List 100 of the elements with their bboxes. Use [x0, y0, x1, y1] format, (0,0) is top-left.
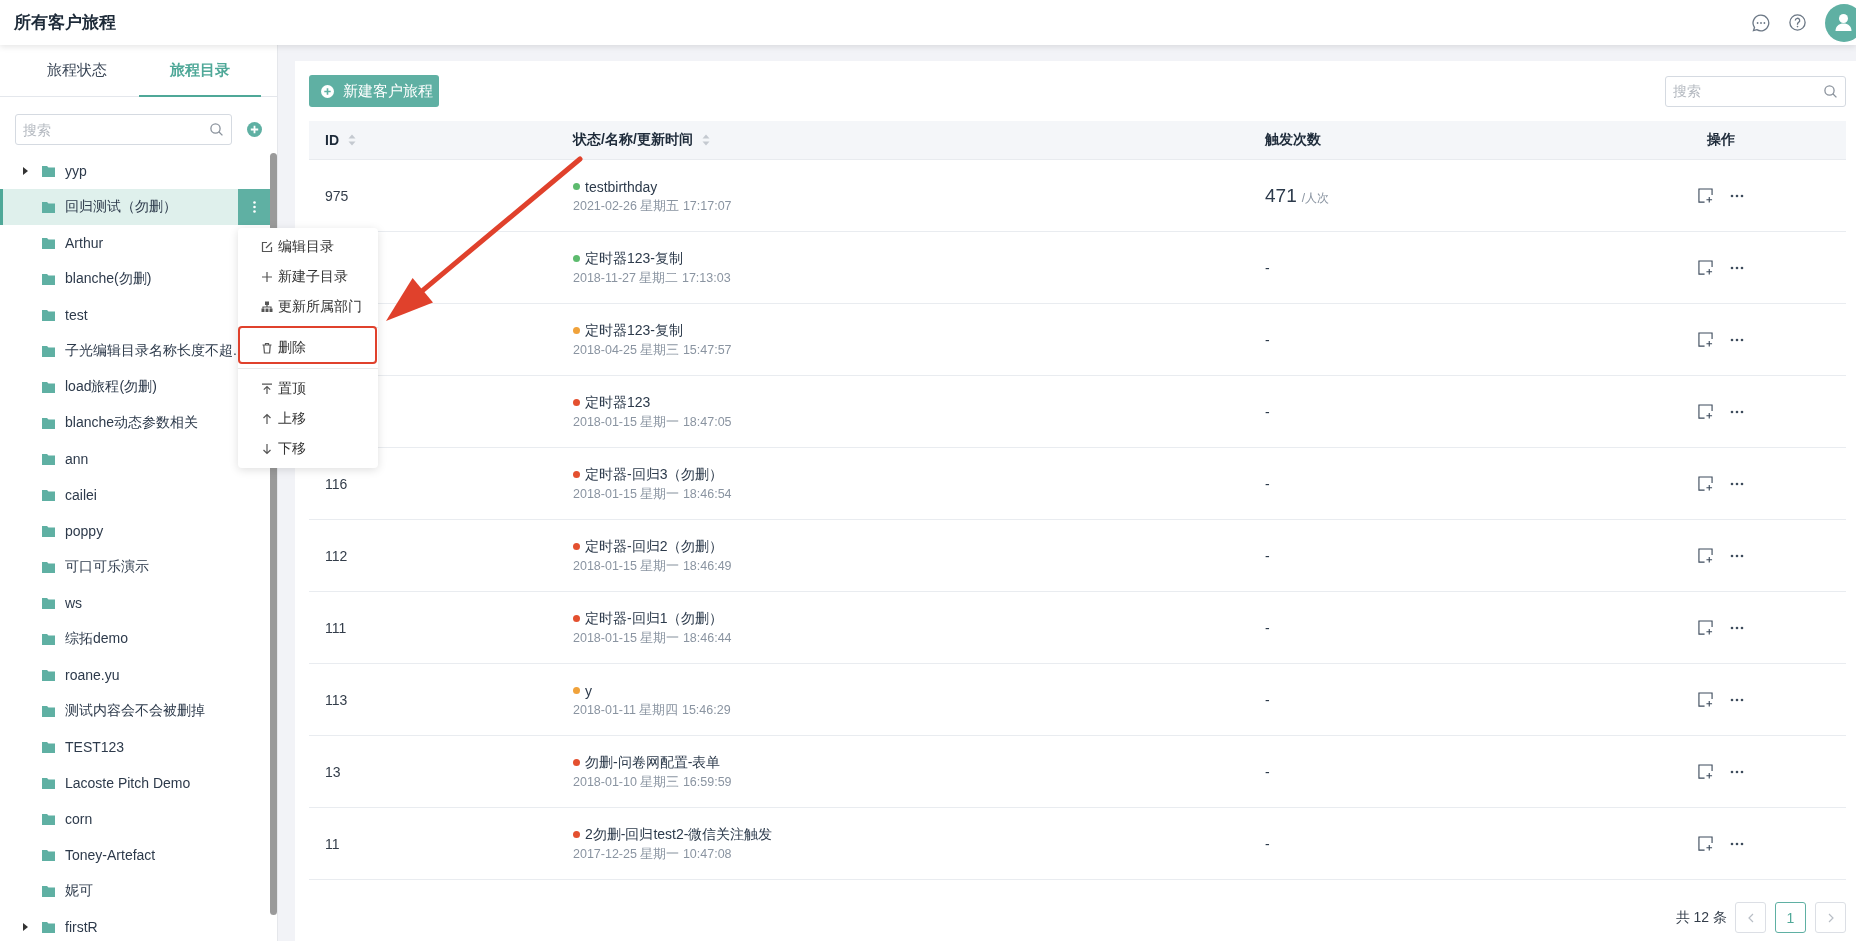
more-icon[interactable] — [1730, 625, 1744, 630]
vertical-dots-icon — [252, 201, 256, 213]
tree-item[interactable]: yyp — [0, 153, 270, 189]
column-header: 操作 — [1707, 131, 1735, 149]
folder-label: TEST123 — [65, 739, 125, 755]
tree-item[interactable]: poppy — [0, 513, 270, 549]
avatar-icon[interactable] — [1825, 2, 1856, 43]
journey-name: 定时器-回归2（勿删） — [585, 537, 724, 556]
square-plus-icon[interactable] — [1698, 332, 1713, 347]
more-icon[interactable] — [1730, 337, 1744, 342]
trigger-count: - — [1265, 331, 1270, 348]
more-icon[interactable] — [1730, 409, 1744, 414]
folder-label: yyp — [65, 163, 87, 179]
journey-name: 勿删-问卷网配置-表单 — [585, 753, 721, 772]
tree-item[interactable]: ws — [0, 585, 270, 621]
square-plus-icon[interactable] — [1698, 476, 1713, 491]
tree-item[interactable]: Lacoste Pitch Demo — [0, 765, 270, 801]
folder-icon — [42, 885, 55, 897]
tree-item[interactable]: Toney-Artefact — [0, 837, 270, 873]
total-count: 共 12 条 — [1675, 908, 1727, 927]
square-plus-icon[interactable] — [1698, 260, 1713, 275]
journey-name: 2勿删-回归test2-微信关注触发 — [585, 825, 773, 844]
chat-icon[interactable] — [1752, 13, 1770, 32]
folder-icon — [42, 309, 55, 321]
square-plus-icon[interactable] — [1698, 836, 1713, 851]
more-icon[interactable] — [1730, 553, 1744, 558]
journey-name: testbirthday — [585, 178, 658, 195]
updated-time: 2018-01-15 星期一 18:47:05 — [573, 413, 732, 431]
square-plus-icon[interactable] — [1698, 620, 1713, 635]
chevron-right-icon — [1827, 912, 1834, 923]
more-icon[interactable] — [1730, 769, 1744, 774]
folder-label: test — [65, 307, 88, 323]
folder-icon — [42, 633, 55, 645]
tree-item[interactable]: firstR — [0, 909, 270, 941]
column-header: ID — [325, 132, 339, 148]
sidebar-tab[interactable]: 旅程状态 — [16, 45, 139, 97]
add-circle-icon[interactable] — [247, 122, 262, 137]
tree-item[interactable]: roane.yu — [0, 657, 270, 693]
pin-top-icon — [261, 383, 273, 395]
folder-icon — [42, 921, 55, 933]
updated-time: 2018-01-11 星期四 15:46:29 — [573, 701, 731, 719]
tree-item[interactable]: 回归测试（勿删） — [0, 189, 270, 225]
more-icon[interactable] — [1730, 481, 1744, 486]
table-cell: 111 — [325, 619, 347, 636]
updated-time: 2018-01-15 星期一 18:46:49 — [573, 557, 732, 575]
folder-label: ws — [65, 595, 83, 611]
folder-label: 测试内容会不会被删掉 — [65, 702, 205, 720]
square-plus-icon[interactable] — [1698, 404, 1713, 419]
table-cell: 13 — [325, 763, 341, 780]
folder-icon — [42, 525, 55, 537]
caret-right-icon[interactable] — [22, 167, 28, 175]
tree-item[interactable]: cailei — [0, 477, 270, 513]
tree-item[interactable]: 综拓demo — [0, 621, 270, 657]
folder-label: firstR — [65, 919, 98, 935]
journey-name: 定时器123-复制 — [585, 321, 684, 340]
updated-time: 2021-02-26 星期五 17:17:07 — [573, 197, 732, 215]
search-icon[interactable] — [1824, 84, 1837, 98]
updated-time: 2018-01-15 星期一 18:46:54 — [573, 485, 732, 503]
square-plus-icon[interactable] — [1698, 764, 1713, 779]
folder-icon — [42, 165, 55, 177]
folder-icon — [42, 561, 55, 573]
more-icon[interactable] — [1730, 193, 1744, 198]
search-field[interactable]: 搜索 — [1665, 75, 1846, 107]
folder-icon — [42, 669, 55, 681]
square-plus-icon[interactable] — [1698, 188, 1713, 203]
tree-item[interactable]: 妮可 — [0, 873, 270, 909]
caret-right-icon[interactable] — [22, 923, 28, 931]
table-cell: 112 — [325, 547, 348, 564]
folder-icon — [42, 813, 55, 825]
menu-item[interactable]: 删除 — [238, 326, 377, 364]
tree-item[interactable]: 测试内容会不会被删掉 — [0, 693, 270, 729]
folder-label: cailei — [65, 487, 97, 503]
folder-icon — [42, 777, 55, 789]
arrow-up-icon — [261, 413, 273, 425]
tree-item[interactable]: 可口可乐演示 — [0, 549, 270, 585]
square-plus-icon[interactable] — [1698, 692, 1713, 707]
help-icon[interactable] — [1789, 14, 1806, 31]
folder-label: 综拓demo — [65, 630, 129, 648]
square-plus-icon[interactable] — [1698, 548, 1713, 563]
tree-item[interactable]: corn — [0, 801, 270, 837]
updated-time: 2018-04-25 星期三 15:47:57 — [573, 341, 732, 359]
folder-label: poppy — [65, 523, 104, 539]
more-icon[interactable] — [1730, 697, 1744, 702]
plus-circle-icon — [321, 84, 334, 98]
page-title: 所有客户旅程 — [14, 12, 116, 34]
folder-label: 子光编辑目录名称长度不超. — [65, 342, 237, 360]
folder-icon — [42, 705, 55, 717]
search-field[interactable]: 搜索 — [15, 114, 232, 145]
arrow-down-icon — [261, 443, 273, 455]
journey-name: 定时器-回归1（勿删） — [585, 609, 724, 628]
folder-label: 回归测试（勿删） — [65, 198, 177, 216]
updated-time: 2018-11-27 星期二 17:13:03 — [573, 269, 731, 287]
chevron-left-icon — [1747, 912, 1754, 923]
updated-time: 2017-12-25 星期一 10:47:08 — [573, 845, 732, 863]
tree-item[interactable]: TEST123 — [0, 729, 270, 765]
search-icon[interactable] — [210, 123, 223, 136]
edit-icon — [261, 241, 273, 253]
table-cell: 113 — [325, 691, 348, 708]
more-icon[interactable] — [1730, 841, 1744, 846]
more-icon[interactable] — [1730, 265, 1744, 270]
